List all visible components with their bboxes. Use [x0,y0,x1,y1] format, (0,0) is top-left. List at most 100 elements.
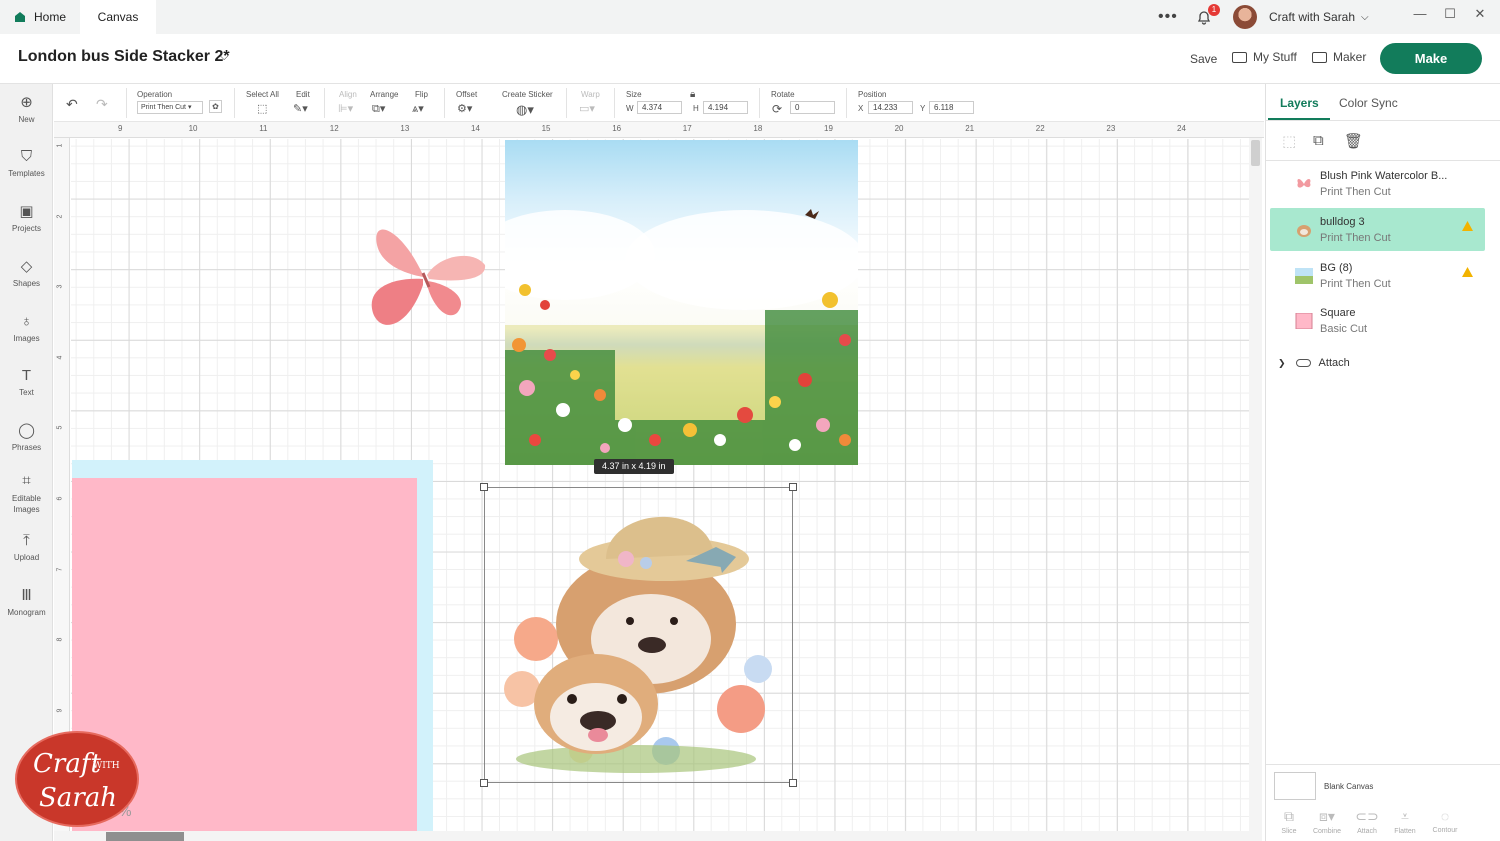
tab-canvas-label: Canvas [97,10,139,24]
more-options-button[interactable]: ••• [1158,0,1182,34]
attach-group-row[interactable]: ❯ Attach [1278,357,1350,369]
bulldog-image[interactable] [486,489,791,781]
undo-icon[interactable]: ↶ [66,96,78,113]
sidebar-item-label: Text [19,388,34,397]
size-label: Size [626,90,642,99]
blank-canvas-swatch[interactable] [1274,772,1316,800]
make-button[interactable]: Make [1380,43,1482,74]
vertical-scrollbar[interactable] [1249,138,1262,841]
maker-button[interactable]: Maker [1312,50,1366,64]
attach-button[interactable]: ⊂⊃ Attach [1348,808,1386,835]
layer-row[interactable]: Square Basic Cut [1270,299,1485,342]
minimize-button[interactable]: — [1410,6,1430,26]
design-canvas[interactable]: 9 10 11 12 13 14 15 16 17 18 19 20 21 22 23 24 12345678… [54,122,1264,841]
horizontal-scroll-thumb[interactable] [106,832,184,841]
resize-handle[interactable] [480,483,488,491]
maker-label: Maker [1333,50,1367,64]
sidebar-item-label: Phrases [11,443,42,452]
ruler-left-tick-label: 4 [56,355,64,360]
pink-butterfly-image[interactable] [361,217,491,337]
horizontal-scrollbar[interactable] [54,831,1249,841]
flip-icon[interactable]: ⩓▾ [412,102,424,116]
logo-word-sarah: Sarah [39,783,117,813]
layer-operation: Basic Cut [1320,323,1368,335]
resize-handle[interactable] [789,779,797,787]
lock-icon[interactable]: 🔒︎ [690,89,695,100]
chevron-down-icon[interactable]: ⌵ [220,51,228,64]
logo-word-craft: Craft [33,749,101,779]
tab-home[interactable]: Home [0,0,80,34]
craft-with-sarah-logo: Craft WITH Sarah [15,731,139,827]
chevron-down-icon: ⌵ [1361,11,1369,23]
my-stuff-label: My Stuff [1253,50,1297,64]
warning-icon[interactable] [1462,267,1473,278]
sidebar-item-templates[interactable]: ⛉ Templates [0,148,53,178]
bg-meadow-image[interactable] [505,140,858,465]
trash-icon[interactable]: 🗑︎ [1344,132,1363,150]
select-all-icon[interactable]: ⬚ [257,102,267,115]
vertical-scroll-thumb[interactable] [1251,140,1260,166]
layer-name: Blush Pink Watercolor B... [1320,170,1448,182]
x-label: X [858,104,864,113]
sidebar-item-upload[interactable]: ⤒ Upload [0,532,53,562]
tab-canvas[interactable]: Canvas [80,0,156,34]
divider [1266,764,1500,765]
sidebar-item-text[interactable]: T Text [0,367,53,397]
offset-icon[interactable]: ⚙▾ [457,102,472,115]
left-sidebar: ⊕ New ⛉ Templates ▣ Projects ◇ Shapes ♁ … [0,84,53,841]
butterfly-thumbnail [1297,179,1311,188]
save-button[interactable]: Save [1190,52,1217,66]
width-input[interactable]: 4.374 [637,101,682,114]
resize-handle[interactable] [480,779,488,787]
notification-badge: 1 [1208,4,1220,16]
sidebar-item-phrases[interactable]: ◯ Phrases [0,422,53,452]
chevron-right-icon[interactable]: ❯ [1278,358,1286,369]
sidebar-item-shapes[interactable]: ◇ Shapes [0,258,53,288]
sidebar-item-monogram[interactable]: Ⅲ Monogram [0,587,53,617]
y-position-input[interactable]: 6.118 [929,101,974,114]
operation-select[interactable]: Print Then Cut ▾ [137,101,203,114]
align-icon[interactable]: ⊫▾ [338,102,353,115]
sidebar-item-images[interactable]: ♁ Images [0,313,53,343]
my-stuff-button[interactable]: My Stuff [1232,50,1297,64]
maximize-button[interactable]: ☐ [1440,6,1460,26]
duplicate-icon[interactable]: ⧉ [1313,132,1324,149]
redo-icon[interactable]: ↷ [96,96,108,113]
layer-row[interactable]: BG (8) Print Then Cut [1270,254,1485,297]
sidebar-item-projects[interactable]: ▣ Projects [0,203,53,233]
resize-handle[interactable] [789,483,797,491]
sidebar-item-editable-images[interactable]: ⌗ Editable Images [0,472,53,515]
rotate-icon: ⟳ [772,102,783,116]
account-menu[interactable]: Craft with Sarah ⌵ [1269,0,1369,34]
logo-word-with: WITH [93,761,120,771]
sidebar-item-new[interactable]: ⊕ New [0,94,53,124]
project-title[interactable]: London bus Side Stacker 2* [18,48,230,66]
layer-operation: Print Then Cut [1320,186,1391,198]
arrange-icon[interactable]: ⧉▾ [372,102,385,116]
close-button[interactable]: ✕ [1470,6,1490,26]
combine-button[interactable]: ⧈▾ Combine [1308,808,1346,835]
tab-layers[interactable]: Layers [1280,96,1319,110]
title-bar: Home Canvas ••• 1 Craft with Sarah ⌵ — ☐… [0,0,1500,34]
layer-row[interactable]: Blush Pink Watercolor B... Print Then Cu… [1270,162,1485,205]
contour-icon: ◌ [1440,808,1450,824]
print-color-icon[interactable]: ✿ [209,100,222,113]
avatar[interactable] [1233,5,1257,29]
flatten-button[interactable]: ⩡ Flatten [1386,808,1424,835]
toolbar-divider [444,88,445,118]
attach-label: Attach [1357,828,1377,835]
sticker-icon[interactable]: ◍▾ [516,102,534,118]
contour-button[interactable]: ◌ Contour [1426,808,1464,834]
height-input[interactable]: 4.194 [703,101,748,114]
pen-icon[interactable]: ✎▾ [293,102,308,115]
layer-operation: Print Then Cut [1320,232,1391,244]
rotate-input[interactable]: 0 [790,101,835,114]
warning-icon[interactable] [1462,221,1473,232]
group-icon[interactable]: ⬚ [1282,132,1296,150]
layer-row-selected[interactable]: bulldog 3 Print Then Cut [1270,208,1485,251]
slice-button[interactable]: ⧉ Slice [1270,808,1308,835]
tab-color-sync[interactable]: Color Sync [1339,96,1398,110]
warp-icon[interactable]: ▭▾ [579,102,595,115]
ruler-top-tick-label: 12 [329,124,339,133]
x-position-input[interactable]: 14.233 [868,101,913,114]
